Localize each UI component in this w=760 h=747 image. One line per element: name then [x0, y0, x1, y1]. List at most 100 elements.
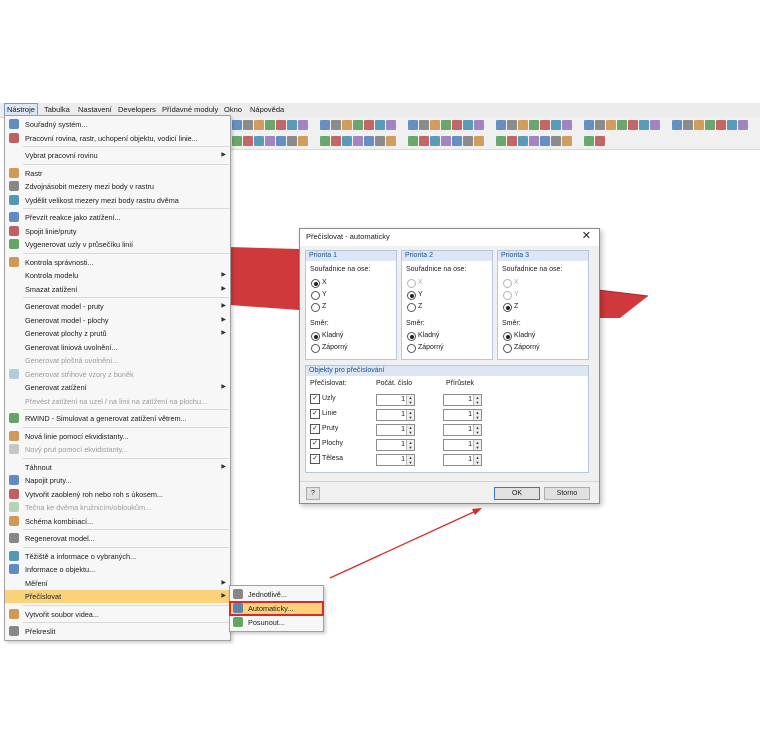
menu-item-smazat-zat-en[interactable]: Smazat zatížení ▶: [5, 283, 230, 296]
toolbar-tool-icon[interactable]: [243, 136, 253, 146]
toolbar-tool-icon[interactable]: [463, 136, 473, 146]
menu-item-spojit-linie-pruty[interactable]: Spojit linie/pruty: [5, 225, 230, 238]
toolbar-tool-icon[interactable]: [639, 120, 649, 130]
toolbar-tool-icon[interactable]: [265, 136, 275, 146]
menu-item-kontrola-modelu[interactable]: Kontrola modelu ▶: [5, 269, 230, 282]
menu-item-vybrat-pracovn-rovinu[interactable]: Vybrat pracovní rovinu ▶: [5, 149, 230, 162]
toolbar-tool-icon[interactable]: [375, 120, 385, 130]
toolbar-tool-icon[interactable]: [584, 136, 594, 146]
toolbar-tool-icon[interactable]: [705, 120, 715, 130]
toolbar-tool-icon[interactable]: [243, 120, 253, 130]
toolbar-tool-icon[interactable]: [408, 120, 418, 130]
toolbar-tool-icon[interactable]: [628, 120, 638, 130]
menu-item-vyd-lit-velikost-mezery-mezi[interactable]: Vydělit velikost mezery mezi body rastru…: [5, 194, 230, 207]
toolbar-tool-icon[interactable]: [738, 120, 748, 130]
toolbar-tool-icon[interactable]: [342, 120, 352, 130]
object-checkbox-pruty[interactable]: ✓: [310, 424, 320, 434]
toolbar-tool-icon[interactable]: [386, 136, 396, 146]
axis-radio-z[interactable]: [503, 303, 512, 312]
toolbar-tool-icon[interactable]: [474, 136, 484, 146]
spinner-increment[interactable]: 1 ▲ ▼: [443, 439, 482, 451]
toolbar-tool-icon[interactable]: [276, 136, 286, 146]
toolbar-tool-icon[interactable]: [364, 120, 374, 130]
toolbar-tool-icon[interactable]: [276, 120, 286, 130]
toolbar-tool-icon[interactable]: [320, 136, 330, 146]
toolbar-tool-icon[interactable]: [650, 120, 660, 130]
toolbar-tool-icon[interactable]: [287, 120, 297, 130]
menu-item-generovat-plochy-z-prut[interactable]: Generovat plochy z prutů ▶: [5, 327, 230, 340]
toolbar-tool-icon[interactable]: [386, 120, 396, 130]
axis-radio-z[interactable]: [407, 303, 416, 312]
spinner-start[interactable]: 1 ▲ ▼: [376, 394, 415, 406]
toolbar-tool-icon[interactable]: [298, 120, 308, 130]
object-checkbox-linie[interactable]: ✓: [310, 409, 320, 419]
menu-item-t-i-t-a-informace-o-vybran-c[interactable]: Těžiště a informace o vybraných...: [5, 550, 230, 563]
menu-item-generovat-model-pruty[interactable]: Generovat model - pruty ▶: [5, 300, 230, 313]
toolbar-tool-icon[interactable]: [474, 120, 484, 130]
toolbar-tool-icon[interactable]: [364, 136, 374, 146]
axis-radio-x[interactable]: [311, 279, 320, 288]
spinner-arrows-icon[interactable]: ▲ ▼: [406, 455, 414, 465]
menu-item-sch-ma-kombinac[interactable]: Schéma kombinací...: [5, 515, 230, 528]
object-checkbox-uzly[interactable]: ✓: [310, 394, 320, 404]
toolbar-tool-icon[interactable]: [353, 120, 363, 130]
direction-radio-positive[interactable]: [311, 332, 320, 341]
menu-item-nov-linie-pomoc-ekvidistanty[interactable]: Nová linie pomocí ekvidistanty...: [5, 430, 230, 443]
toolbar-tool-icon[interactable]: [342, 136, 352, 146]
menu-item-m-en[interactable]: Měření ▶: [5, 577, 230, 590]
submenu-item-jednotliv[interactable]: Jednotlivě...: [230, 588, 323, 601]
toolbar-tool-icon[interactable]: [518, 136, 528, 146]
menu-item-p-evz-t-reakce-jako-zat-en[interactable]: Převzít reakce jako zatížení...: [5, 211, 230, 224]
toolbar-tool-icon[interactable]: [496, 136, 506, 146]
menu-item-vytvo-it-soubor-videa[interactable]: Vytvořit soubor videa...: [5, 608, 230, 621]
menu-item-rastr[interactable]: Rastr: [5, 167, 230, 180]
toolbar-tool-icon[interactable]: [507, 136, 517, 146]
toolbar-tool-icon[interactable]: [507, 120, 517, 130]
toolbar-tool-icon[interactable]: [232, 136, 242, 146]
toolbar-tool-icon[interactable]: [518, 120, 528, 130]
spinner-arrows-icon[interactable]: ▲ ▼: [473, 440, 481, 450]
toolbar-tool-icon[interactable]: [694, 120, 704, 130]
help-icon[interactable]: ?: [306, 487, 320, 500]
spinner-increment[interactable]: 1 ▲ ▼: [443, 454, 482, 466]
toolbar-tool-icon[interactable]: [562, 136, 572, 146]
spinner-increment[interactable]: 1 ▲ ▼: [443, 424, 482, 436]
menu-item-regenerovat-model[interactable]: Regenerovat model...: [5, 532, 230, 545]
direction-radio-negative[interactable]: [311, 344, 320, 353]
axis-radio-y[interactable]: [311, 291, 320, 300]
menu-item-generovat-liniov-uvoln-n[interactable]: Generovat liniová uvolnění...: [5, 341, 230, 354]
spinner-start[interactable]: 1 ▲ ▼: [376, 424, 415, 436]
menu-item-pracovn-rovina-rastr-uchopen[interactable]: Pracovní rovina, rastr, uchopení objektu…: [5, 132, 230, 145]
menu-item-p-ekreslit[interactable]: Překreslit: [5, 625, 230, 638]
toolbar-tool-icon[interactable]: [298, 136, 308, 146]
toolbar-tool-icon[interactable]: [441, 136, 451, 146]
menu-item-informace-o-objektu[interactable]: Informace o objektu...: [5, 563, 230, 576]
toolbar-tool-icon[interactable]: [320, 120, 330, 130]
object-checkbox-plochy[interactable]: ✓: [310, 439, 320, 449]
toolbar-tool-icon[interactable]: [430, 120, 440, 130]
toolbar-tool-icon[interactable]: [529, 120, 539, 130]
toolbar-tool-icon[interactable]: [419, 120, 429, 130]
menu-item-p-e-slovat[interactable]: Přečíslovat ▶: [5, 590, 230, 603]
spinner-arrows-icon[interactable]: ▲ ▼: [473, 410, 481, 420]
toolbar-tool-icon[interactable]: [562, 120, 572, 130]
spinner-increment[interactable]: 1 ▲ ▼: [443, 394, 482, 406]
toolbar-tool-icon[interactable]: [287, 136, 297, 146]
toolbar-tool-icon[interactable]: [496, 120, 506, 130]
toolbar-tool-icon[interactable]: [529, 136, 539, 146]
toolbar-tool-icon[interactable]: [727, 120, 737, 130]
menu-item-vytvo-it-zaoblen-roh-nebo-ro[interactable]: Vytvořit zaoblený roh nebo roh s úkosem.…: [5, 488, 230, 501]
object-checkbox-tělesa[interactable]: ✓: [310, 454, 320, 464]
toolbar-tool-icon[interactable]: [331, 120, 341, 130]
spinner-arrows-icon[interactable]: ▲ ▼: [473, 425, 481, 435]
toolbar-tool-icon[interactable]: [617, 120, 627, 130]
toolbar-tool-icon[interactable]: [408, 136, 418, 146]
spinner-start[interactable]: 1 ▲ ▼: [376, 439, 415, 451]
spinner-arrows-icon[interactable]: ▲ ▼: [406, 395, 414, 405]
direction-radio-positive[interactable]: [407, 332, 416, 341]
toolbar-tool-icon[interactable]: [584, 120, 594, 130]
spinner-start[interactable]: 1 ▲ ▼: [376, 454, 415, 466]
toolbar-tool-icon[interactable]: [595, 120, 605, 130]
toolbar-tool-icon[interactable]: [452, 120, 462, 130]
menu-item-generovat-model-plochy[interactable]: Generovat model - plochy ▶: [5, 314, 230, 327]
